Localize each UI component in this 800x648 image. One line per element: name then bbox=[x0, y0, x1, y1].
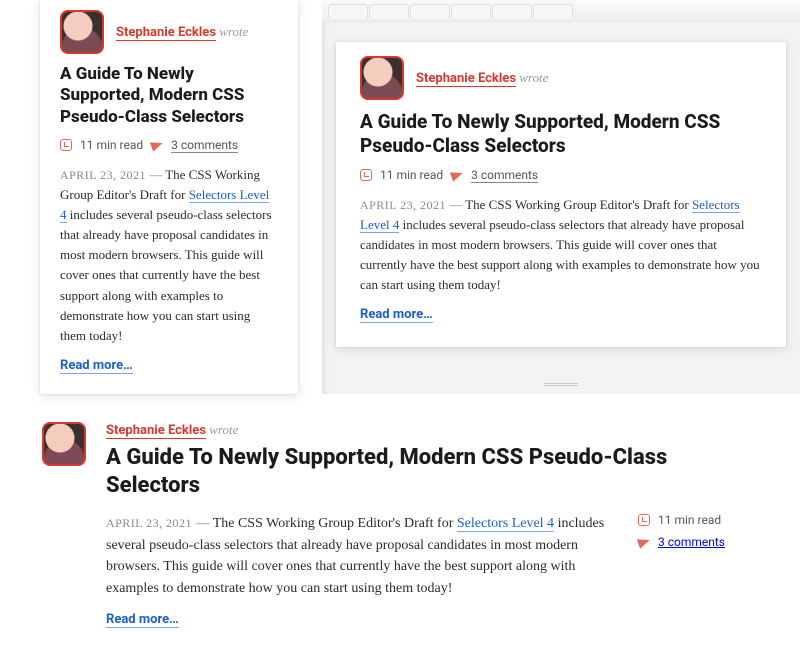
comment-icon bbox=[637, 535, 652, 549]
article-card-narrow: Stephanie Eckles wrote A Guide To Newly … bbox=[40, 0, 298, 394]
article-card-medium: Stephanie Eckles wrote A Guide To Newly … bbox=[336, 42, 786, 347]
read-more-link[interactable]: Read more… bbox=[360, 307, 433, 323]
browser-tabstrip bbox=[322, 0, 800, 22]
comments-link[interactable]: 3 comments bbox=[171, 138, 238, 153]
article-title[interactable]: A Guide To Newly Supported, Modern CSS P… bbox=[360, 110, 762, 158]
article-meta-sidebar: 11 min read 3 comments bbox=[638, 513, 758, 628]
article-full-width: Stephanie Eckles wrote A Guide To Newly … bbox=[0, 394, 800, 648]
reading-time: 11 min read bbox=[80, 138, 143, 152]
article-excerpt: APRIL 23, 2021 — The CSS Working Group E… bbox=[360, 195, 762, 296]
article-meta: 11 min read 3 comments bbox=[360, 168, 762, 183]
browser-tab[interactable] bbox=[451, 4, 491, 18]
article-title[interactable]: A Guide To Newly Supported, Modern CSS P… bbox=[60, 64, 278, 128]
read-more-link[interactable]: Read more… bbox=[106, 612, 179, 628]
author-link[interactable]: Stephanie Eckles bbox=[116, 25, 216, 41]
browser-tab[interactable] bbox=[410, 4, 450, 18]
clock-icon bbox=[638, 514, 650, 526]
comments-link[interactable]: 3 comments bbox=[471, 168, 538, 183]
article-date: APRIL 23, 2021 bbox=[60, 168, 146, 182]
reading-time: 11 min read bbox=[380, 168, 443, 182]
author-avatar bbox=[60, 10, 104, 54]
byline: Stephanie Eckles wrote bbox=[360, 56, 762, 100]
resize-handle-icon[interactable] bbox=[544, 382, 578, 388]
read-more-link[interactable]: Read more… bbox=[60, 358, 133, 374]
browser-tab[interactable] bbox=[533, 4, 573, 18]
reading-time: 11 min read bbox=[658, 513, 721, 527]
comments-link[interactable]: 3 comments bbox=[658, 535, 725, 549]
article-meta: 11 min read 3 comments bbox=[60, 138, 278, 153]
selectors-link[interactable]: Selectors Level 4 bbox=[457, 516, 554, 532]
comment-icon bbox=[450, 168, 465, 182]
author-link[interactable]: Stephanie Eckles bbox=[416, 71, 516, 87]
browser-tab[interactable] bbox=[369, 4, 409, 18]
author-link[interactable]: Stephanie Eckles bbox=[106, 423, 206, 439]
article-excerpt: APRIL 23, 2021 — The CSS Working Group E… bbox=[106, 513, 610, 600]
author-avatar bbox=[360, 56, 404, 100]
article-excerpt: APRIL 23, 2021 — The CSS Working Group E… bbox=[60, 165, 278, 346]
wrote-label: wrote bbox=[519, 70, 548, 85]
author-avatar bbox=[42, 422, 86, 466]
preview-frame-medium: Stephanie Eckles wrote A Guide To Newly … bbox=[322, 0, 800, 394]
article-title[interactable]: A Guide To Newly Supported, Modern CSS P… bbox=[106, 444, 758, 499]
article-date: APRIL 23, 2021 bbox=[360, 198, 446, 212]
clock-icon bbox=[360, 169, 372, 181]
byline: Stephanie Eckles wrote bbox=[60, 10, 278, 54]
wrote-label: wrote bbox=[219, 24, 248, 39]
article-date: APRIL 23, 2021 bbox=[106, 516, 192, 530]
clock-icon bbox=[60, 139, 72, 151]
comment-icon bbox=[150, 138, 165, 152]
browser-tab[interactable] bbox=[328, 4, 368, 18]
browser-tab[interactable] bbox=[492, 4, 532, 18]
wrote-label: wrote bbox=[209, 422, 238, 437]
responsive-preview-row: Stephanie Eckles wrote A Guide To Newly … bbox=[0, 0, 800, 394]
